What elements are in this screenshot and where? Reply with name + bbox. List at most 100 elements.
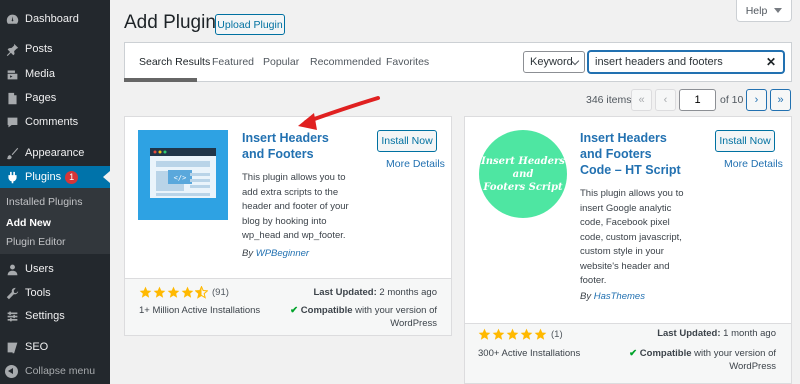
star-rating: (1) bbox=[478, 328, 563, 341]
current-page-input[interactable] bbox=[679, 89, 716, 111]
search-type-value: Keyword bbox=[530, 56, 573, 68]
upload-plugin-button[interactable]: Upload Plugin bbox=[215, 14, 285, 35]
pages-icon bbox=[5, 91, 19, 105]
install-now-button[interactable]: Install Now bbox=[715, 130, 775, 152]
logo-line: and bbox=[512, 168, 534, 180]
sidebar-item-posts[interactable]: Posts bbox=[0, 38, 110, 60]
plugin-title-line: Code – HT Script bbox=[580, 163, 681, 177]
update-count-badge: 1 bbox=[65, 170, 79, 184]
description-line: code, Facebook pixel bbox=[580, 217, 670, 228]
users-icon bbox=[5, 262, 19, 276]
sidebar-item-settings[interactable]: Settings bbox=[0, 305, 110, 327]
plugin-author: By WPBeginner bbox=[242, 248, 309, 259]
star-filled-icon bbox=[534, 328, 547, 340]
description-line: This plugin allows you to bbox=[242, 172, 346, 183]
sidebar-item-media[interactable]: Media bbox=[0, 63, 110, 85]
active-installs: 300+ Active Installations bbox=[478, 348, 581, 359]
compat-text: with your version of bbox=[355, 305, 437, 316]
compat-text-line2: WordPress bbox=[729, 361, 776, 372]
star-filled-icon bbox=[492, 328, 505, 340]
pin-icon bbox=[5, 42, 19, 56]
sidebar-item-label: Tools bbox=[25, 287, 51, 299]
collapse-arrow-icon bbox=[5, 364, 18, 378]
sidebar-item-dashboard[interactable]: Dashboard bbox=[0, 8, 110, 30]
first-page-button: « bbox=[631, 89, 652, 111]
clear-search-icon[interactable]: ✕ bbox=[766, 55, 776, 69]
sidebar-item-plugins[interactable]: Plugins 1 bbox=[0, 166, 110, 188]
plugin-search-input[interactable] bbox=[588, 51, 784, 73]
plugin-author: By HasThemes bbox=[580, 291, 645, 302]
tab-search-results[interactable]: Search Results bbox=[139, 56, 210, 68]
last-updated-label: Last Updated: bbox=[657, 328, 721, 339]
more-details-link[interactable]: More Details bbox=[724, 158, 783, 170]
help-label: Help bbox=[745, 4, 768, 17]
check-icon: ✔ bbox=[629, 348, 638, 359]
help-tab-button[interactable]: Help bbox=[736, 0, 792, 22]
tab-featured[interactable]: Featured bbox=[212, 56, 254, 68]
description-line: custom style in your bbox=[580, 246, 664, 257]
last-updated-label: Last Updated: bbox=[313, 287, 377, 298]
sidebar-item-users[interactable]: Users bbox=[0, 258, 110, 280]
rating-count: (91) bbox=[212, 287, 229, 298]
submenu-plugin-editor[interactable]: Plugin Editor bbox=[6, 236, 66, 248]
description-line: code, custom javascript, bbox=[580, 231, 682, 243]
description-line: blog by hooking into bbox=[242, 215, 327, 227]
more-details-link[interactable]: More Details bbox=[386, 158, 445, 170]
sidebar-item-tools[interactable]: Tools bbox=[0, 282, 110, 304]
description-line: This plugin allows you to bbox=[580, 188, 684, 199]
admin-sidebar: Dashboard Posts Media Pages Comments App… bbox=[0, 0, 110, 384]
compat-text: with your version of bbox=[694, 348, 776, 359]
sidebar-item-label: Appearance bbox=[25, 147, 85, 159]
sidebar-item-label: Posts bbox=[25, 43, 53, 55]
collapse-label: Collapse menu bbox=[25, 365, 96, 377]
sidebar-item-seo[interactable]: SEO bbox=[0, 336, 110, 358]
submenu-installed-plugins[interactable]: Installed Plugins bbox=[6, 196, 82, 208]
active-installs: 1+ Million Active Installations bbox=[139, 305, 261, 316]
compatibility-status: ✔ Compatible with your version of WordPr… bbox=[616, 347, 776, 373]
plugin-title-link[interactable]: Insert Headers and Footers Code – HT Scr… bbox=[580, 130, 681, 178]
plugin-logo-text: Insert Headers and Footers Script bbox=[481, 155, 565, 194]
search-type-select[interactable]: Keyword bbox=[523, 51, 585, 73]
plugin-title-line: and Footers bbox=[580, 147, 652, 161]
next-page-button[interactable]: › bbox=[746, 89, 767, 111]
star-filled-icon bbox=[478, 328, 491, 340]
plugin-description: This plugin allows you to insert Google … bbox=[580, 187, 684, 289]
tab-favorites[interactable]: Favorites bbox=[386, 56, 429, 68]
svg-text:</>: </> bbox=[174, 174, 187, 182]
star-filled-icon bbox=[153, 286, 166, 298]
rating-count: (1) bbox=[551, 329, 563, 340]
tab-popular[interactable]: Popular bbox=[263, 56, 299, 68]
plugin-title-line: Insert Headers bbox=[580, 131, 667, 145]
check-icon: ✔ bbox=[290, 305, 299, 316]
sidebar-item-appearance[interactable]: Appearance bbox=[0, 142, 110, 164]
page-title: Add Plugins bbox=[124, 12, 226, 33]
last-page-button[interactable]: » bbox=[770, 89, 791, 111]
description-line: wp_head and wp_footer. bbox=[242, 230, 346, 241]
sidebar-item-pages[interactable]: Pages bbox=[0, 87, 110, 109]
sidebar-item-label: Settings bbox=[25, 310, 65, 322]
logo-line: Insert Headers bbox=[481, 155, 565, 167]
star-filled-icon bbox=[139, 286, 152, 298]
plugin-thumbnail[interactable]: </> bbox=[138, 130, 228, 220]
description-line: footer. bbox=[580, 275, 607, 286]
plugin-thumbnail[interactable]: Insert Headers and Footers Script bbox=[479, 130, 567, 218]
last-updated: Last Updated: 2 months ago bbox=[300, 287, 437, 298]
sidebar-item-label: SEO bbox=[25, 341, 49, 353]
logo-line: Footers Script bbox=[483, 181, 563, 193]
annotation-arrow-icon bbox=[298, 96, 380, 130]
sidebar-item-label: Pages bbox=[25, 92, 57, 104]
star-filled-icon bbox=[167, 286, 180, 298]
submenu-add-new[interactable]: Add New bbox=[6, 217, 51, 229]
tab-recommended[interactable]: Recommended bbox=[310, 56, 381, 68]
media-icon bbox=[5, 67, 19, 81]
last-updated-value: 2 months ago bbox=[379, 287, 437, 298]
sidebar-item-comments[interactable]: Comments bbox=[0, 111, 110, 133]
star-filled-icon bbox=[181, 286, 194, 298]
sidebar-item-label: Dashboard bbox=[25, 13, 79, 25]
author-link[interactable]: HasThemes bbox=[594, 291, 645, 302]
settings-icon bbox=[5, 309, 19, 323]
by-label: By bbox=[242, 248, 254, 259]
by-label: By bbox=[580, 291, 592, 302]
author-link[interactable]: WPBeginner bbox=[256, 248, 309, 259]
collapse-menu-button[interactable]: Collapse menu bbox=[0, 360, 110, 382]
